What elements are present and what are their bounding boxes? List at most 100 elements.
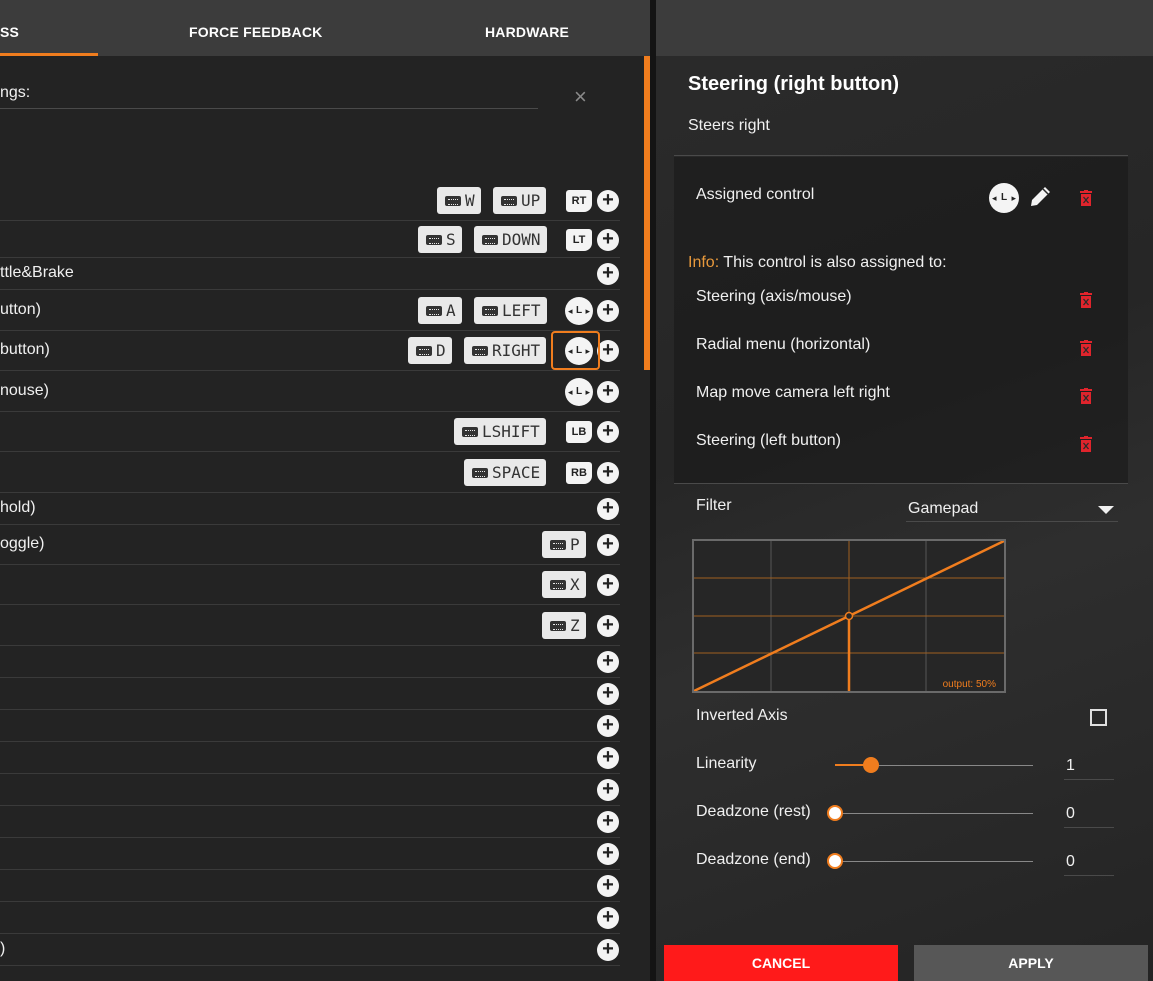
keyboard-key-chip[interactable]: RIGHT xyxy=(464,337,547,364)
binding-row[interactable]: + xyxy=(0,710,620,742)
plus-icon[interactable]: + xyxy=(597,498,619,520)
binding-row[interactable]: + xyxy=(0,742,620,774)
binding-row[interactable]: + xyxy=(0,902,620,934)
plus-icon[interactable]: + xyxy=(597,340,619,362)
plus-icon[interactable]: + xyxy=(597,715,619,737)
keyboard-key-chip[interactable]: LSHIFT xyxy=(454,418,546,445)
plus-icon[interactable]: + xyxy=(597,229,619,251)
plus-icon[interactable]: + xyxy=(597,939,619,961)
binding-row[interactable]: + xyxy=(0,646,620,678)
keyboard-key-chip[interactable]: P xyxy=(542,531,586,558)
binding-row[interactable]: + xyxy=(0,806,620,838)
plus-icon[interactable]: + xyxy=(597,843,619,865)
keyboard-key-chip[interactable]: A xyxy=(418,297,462,324)
filter-dropdown[interactable]: Gamepad xyxy=(906,498,1118,522)
binding-row[interactable]: button)LRIGHTD+ xyxy=(0,331,620,371)
deadzone-end-input[interactable]: 0 xyxy=(1064,848,1114,876)
keyboard-icon xyxy=(482,235,498,245)
keyboard-key-chip[interactable]: S xyxy=(418,226,462,253)
trash-icon[interactable] xyxy=(1080,388,1092,404)
plus-icon[interactable]: + xyxy=(597,421,619,443)
tab-controls[interactable]: SS xyxy=(0,0,19,56)
deadzone-end-label: Deadzone (end) xyxy=(696,851,811,868)
linearity-input[interactable]: 1 xyxy=(1064,752,1114,780)
plus-icon[interactable]: + xyxy=(597,811,619,833)
deadzone-rest-slider-thumb[interactable] xyxy=(827,805,843,821)
key-label: LEFT xyxy=(502,301,541,320)
binding-row[interactable]: ttle&Brake + xyxy=(0,258,620,290)
binding-row[interactable]: LB LSHIFT + xyxy=(0,412,620,452)
keyboard-key-chip[interactable]: D xyxy=(408,337,452,364)
detail-title: Steering (right button) xyxy=(688,73,900,95)
gamepad-button-icon[interactable]: RB xyxy=(566,462,592,484)
trash-icon[interactable] xyxy=(1080,436,1092,452)
keyboard-icon xyxy=(472,346,488,356)
binding-row[interactable]: + xyxy=(0,678,620,710)
keyboard-icon xyxy=(462,427,478,437)
plus-icon[interactable]: + xyxy=(597,300,619,322)
key-label: UP xyxy=(521,191,541,210)
trash-icon[interactable] xyxy=(1080,292,1092,308)
deadzone-end-slider-track[interactable] xyxy=(835,861,1033,862)
trash-icon[interactable] xyxy=(1080,190,1092,206)
binding-row[interactable]: + xyxy=(0,870,620,902)
binding-row[interactable]: hold) + xyxy=(0,493,620,525)
keyboard-key-chip[interactable]: Z xyxy=(542,612,586,639)
binding-row[interactable]: + xyxy=(0,838,620,870)
plus-icon[interactable]: + xyxy=(597,381,619,403)
apply-button[interactable]: APPLY xyxy=(914,945,1148,981)
binding-row[interactable]: utton) L LEFT A + xyxy=(0,290,620,331)
keyboard-key-chip[interactable]: DOWN xyxy=(474,226,547,253)
gamepad-button-icon[interactable]: LT xyxy=(566,229,592,251)
plus-icon[interactable]: + xyxy=(597,190,619,212)
plus-icon[interactable]: + xyxy=(597,615,619,637)
keyboard-key-chip[interactable]: UP xyxy=(493,187,547,214)
search-input[interactable] xyxy=(0,108,538,109)
left-stick-icon[interactable]: L xyxy=(565,378,593,406)
search-bindings-label: ngs: xyxy=(0,84,31,101)
binding-row[interactable]: LT DOWN S + xyxy=(0,221,620,258)
plus-icon[interactable]: + xyxy=(597,683,619,705)
tab-force-feedback[interactable]: FORCE FEEDBACK xyxy=(189,0,322,56)
keyboard-key-chip[interactable]: SPACE xyxy=(464,459,547,486)
linearity-slider-thumb[interactable] xyxy=(863,757,879,773)
keyboard-key-chip[interactable]: LEFT xyxy=(474,297,547,324)
plus-icon[interactable]: + xyxy=(597,263,619,285)
plus-icon[interactable]: + xyxy=(597,907,619,929)
pencil-icon[interactable] xyxy=(1028,183,1054,209)
tab-bar: SS FORCE FEEDBACK HARDWARE xyxy=(0,0,650,56)
deadzone-rest-slider-track[interactable] xyxy=(835,813,1033,814)
deadzone-end-slider-thumb[interactable] xyxy=(827,853,843,869)
gamepad-button-icon[interactable]: LB xyxy=(566,421,592,443)
binding-row[interactable]: nouse) L+ xyxy=(0,371,620,412)
plus-icon[interactable]: + xyxy=(597,779,619,801)
tab-hardware[interactable]: HARDWARE xyxy=(485,0,569,56)
cancel-button[interactable]: CANCEL xyxy=(664,945,898,981)
plus-icon[interactable]: + xyxy=(597,534,619,556)
binding-row[interactable]: + xyxy=(0,774,620,806)
binding-row[interactable]: ) + xyxy=(0,934,620,966)
binding-row[interactable]: RT UP W + xyxy=(0,181,620,221)
keyboard-key-chip[interactable]: W xyxy=(437,187,481,214)
gamepad-button-icon[interactable]: RT xyxy=(566,190,592,212)
left-stick-icon[interactable]: L xyxy=(565,297,593,325)
key-label: DOWN xyxy=(502,230,541,249)
deadzone-rest-input[interactable]: 0 xyxy=(1064,800,1114,828)
binding-row[interactable]: X + xyxy=(0,565,620,605)
plus-icon[interactable]: + xyxy=(597,875,619,897)
binding-row[interactable]: oggle) P + xyxy=(0,525,620,565)
info-text: Info: This control is also assigned to: xyxy=(688,254,947,272)
keyboard-key-chip[interactable]: X xyxy=(542,571,586,598)
plus-icon[interactable]: + xyxy=(597,574,619,596)
binding-row[interactable]: Z + xyxy=(0,605,620,646)
binding-row[interactable]: RB SPACE + xyxy=(0,452,620,493)
filter-value: Gamepad xyxy=(908,500,979,517)
plus-icon[interactable]: + xyxy=(597,651,619,673)
close-icon[interactable]: × xyxy=(574,84,587,110)
inverted-axis-checkbox[interactable] xyxy=(1090,709,1107,726)
plus-icon[interactable]: + xyxy=(597,747,619,769)
keyboard-icon xyxy=(501,196,517,206)
plus-icon[interactable]: + xyxy=(597,462,619,484)
filter-label: Filter xyxy=(696,497,732,514)
trash-icon[interactable] xyxy=(1080,340,1092,356)
